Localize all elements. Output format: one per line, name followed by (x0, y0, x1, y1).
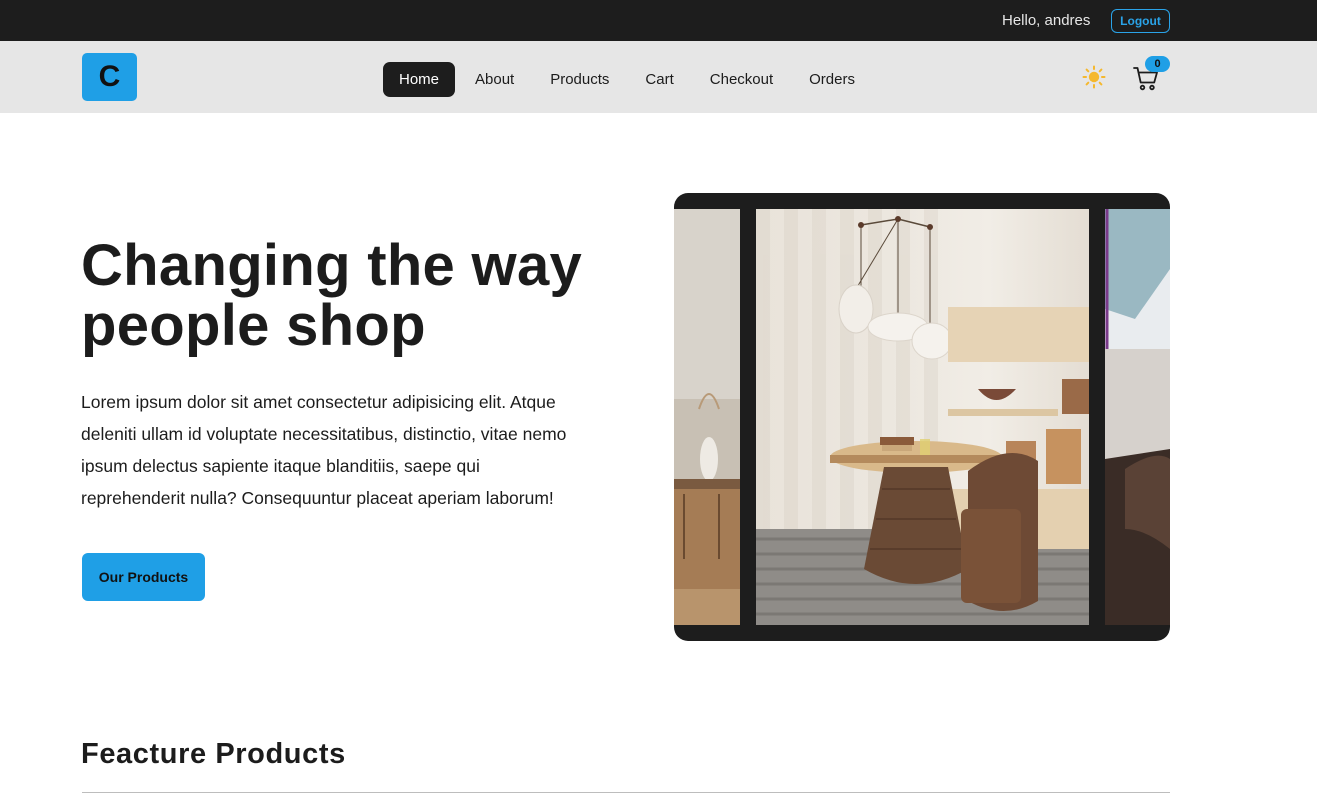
cart-count-badge: 0 (1145, 56, 1170, 72)
logout-button[interactable]: Logout (1111, 9, 1170, 33)
user-greeting: Hello, andres (1002, 12, 1091, 29)
sun-icon[interactable] (1082, 65, 1106, 89)
nav-links: Home About Products Cart Checkout Orders (383, 62, 875, 97)
section-divider (82, 792, 1170, 793)
nav-link-orders[interactable]: Orders (793, 62, 871, 97)
hero-carousel[interactable] (674, 193, 1170, 641)
logo[interactable]: C (82, 53, 137, 101)
carousel-slide-previous[interactable] (674, 209, 740, 625)
nav-link-home[interactable]: Home (383, 62, 456, 97)
top-bar: Hello, andres Logout (0, 0, 1317, 41)
hero-title: Changing the way people shop (81, 233, 583, 358)
nav-link-checkout[interactable]: Checkout (694, 62, 789, 97)
nav-link-cart[interactable]: Cart (629, 62, 689, 97)
hero-description: Lorem ipsum dolor sit amet consectetur a… (81, 392, 567, 508)
carousel-slide-current[interactable] (756, 209, 1089, 625)
nav-link-products[interactable]: Products (534, 62, 625, 97)
carousel-slide-next[interactable] (1105, 209, 1170, 625)
our-products-button[interactable]: Our Products (82, 553, 205, 601)
main-navbar: C Home About Products Cart Checkout Orde… (0, 41, 1317, 113)
nav-link-about[interactable]: About (459, 62, 530, 97)
featured-products-heading: Feacture Products (81, 738, 346, 770)
